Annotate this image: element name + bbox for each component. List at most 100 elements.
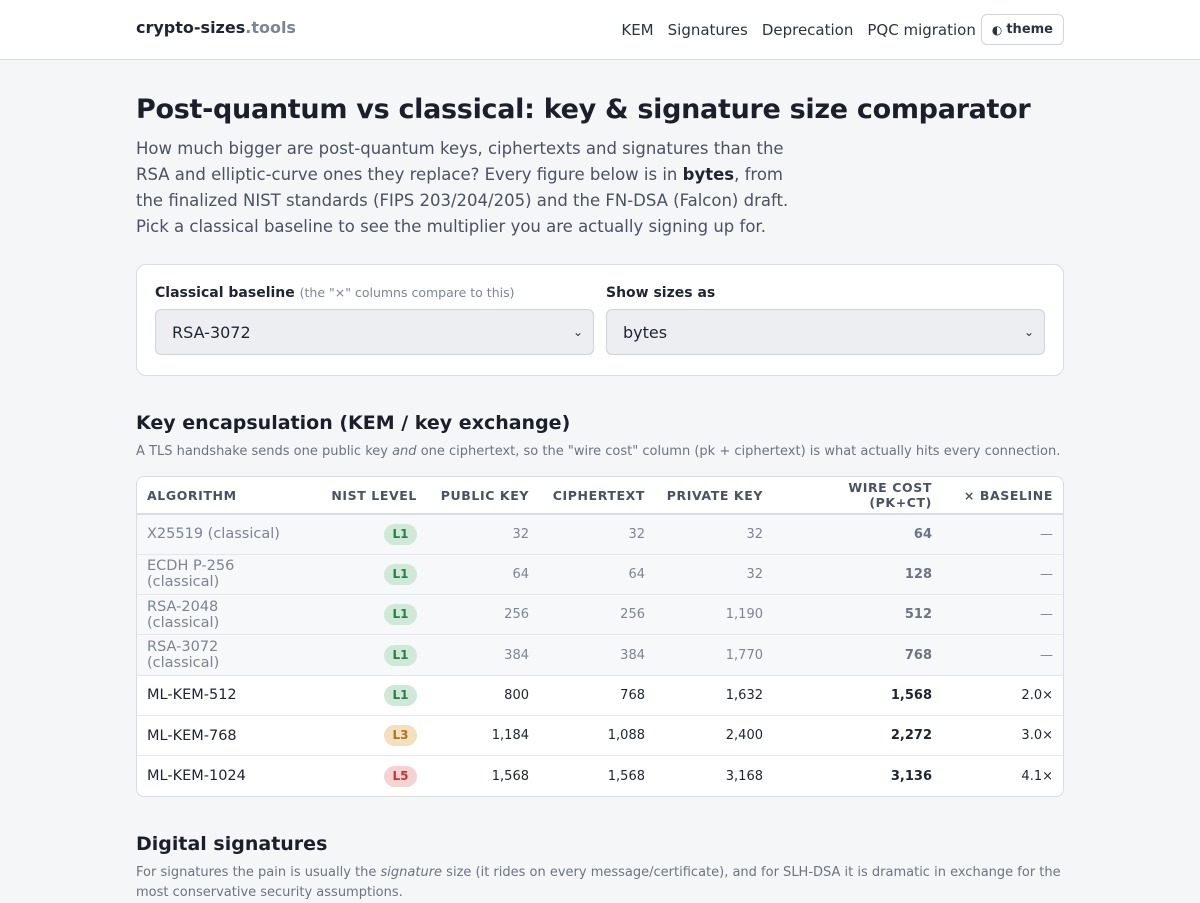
cell-wire-cost: 64	[773, 514, 942, 555]
kem-table-body: X25519 (classical) L1 32 32 32 64— ECDH P-256 …	[137, 514, 1063, 796]
cell-nist-level: L5	[297, 756, 427, 796]
cell-ciphertext: 1,568	[607, 768, 645, 784]
cell-nist-level: L1	[297, 514, 427, 555]
cell-public-key: 256	[427, 594, 539, 636]
theme-toggle-button[interactable]: ◐ theme	[980, 14, 1064, 45]
nav-link-signatures[interactable]: Signatures	[668, 21, 748, 39]
brand-tld: .tools	[245, 18, 296, 37]
cell-algorithm: ECDH P-256 (classical)	[137, 554, 297, 596]
cell-baseline-multiplier: —	[942, 514, 1063, 555]
kem-table: ALGORITHM NIST LEVEL PUBLIC KEY CIPHERTE…	[137, 477, 1063, 796]
table-row: ML-KEM-1024 L5 1,568 1,568 3,168 3,136 4.1×	[137, 756, 1063, 796]
units-select-value: bytes	[623, 322, 668, 342]
cell-ciphertext: 64	[539, 554, 655, 596]
cell-public-key: 384	[427, 634, 539, 676]
cell-nist-level: L1	[297, 675, 427, 716]
cell-private-key: 1,770	[655, 634, 773, 676]
cell-public-key: 800	[427, 675, 539, 716]
controls-panel: Classical baseline (the "×" columns comp…	[136, 264, 1064, 376]
baseline-select[interactable]: RSA-3072 ⌄	[155, 309, 594, 355]
nist-level-badge: L1	[384, 523, 417, 545]
main-content: Post-quantum vs classical: key & signatu…	[136, 94, 1064, 903]
cell-private-key: 32	[655, 514, 773, 555]
nist-level-badge: L1	[384, 684, 417, 706]
cell-wire-cost: 768	[773, 634, 942, 676]
nav-link-deprecation[interactable]: Deprecation	[762, 21, 854, 39]
intro-paragraph: How much bigger are post-quantum keys, c…	[136, 136, 796, 240]
cell-baseline-multiplier: 3.0×	[942, 715, 1063, 757]
baseline-control: Classical baseline (the "×" columns comp…	[155, 285, 594, 355]
units-control: Show sizes as bytes ⌄	[606, 285, 1045, 355]
nav-link-pqc-migration[interactable]: PQC migration	[867, 21, 976, 39]
brand-logo[interactable]: crypto-sizes.tools	[136, 18, 296, 37]
kem-desc-2: one ciphertext, so the "wire cost" colum…	[416, 444, 1061, 459]
cell-private-key: 1,632	[655, 675, 773, 716]
cell-wire-cost: 2,272	[773, 715, 942, 757]
cell-private-key: 3,168	[725, 768, 763, 784]
table-row: X25519 (classical) L1 32 32 32 64—	[137, 514, 1063, 555]
signatures-section-title: Digital signatures	[136, 833, 328, 856]
cell-algorithm: ML-KEM-1024	[147, 768, 246, 785]
cell-ciphertext: 384	[539, 634, 655, 676]
table-row: ECDH P-256 (classical) L1 64 64 32 128—	[137, 554, 1063, 596]
table-row: ML-KEM-768 L3 1,184 1,088 2,400 2,272 3.0×	[137, 715, 1063, 757]
intro-bold: bytes	[682, 165, 735, 184]
col-header-ciphertext[interactable]: CIPHERTEXT	[539, 477, 655, 515]
cell-ciphertext: 32	[539, 514, 655, 555]
main-nav: KEM Signatures Deprecation PQC migration…	[607, 14, 1064, 45]
cell-wire-cost: 1,568	[773, 675, 942, 716]
cell-private-key: 32	[655, 554, 773, 596]
kem-table-container: ALGORITHM NIST LEVEL PUBLIC KEY CIPHERTE…	[136, 476, 1064, 798]
col-header-baseline-multiplier[interactable]: × BASELINE	[942, 477, 1063, 515]
chevron-down-icon: ⌄	[572, 325, 583, 339]
units-select[interactable]: bytes ⌄	[606, 309, 1045, 355]
col-header-algorithm[interactable]: ALGORITHM	[137, 477, 297, 515]
cell-baseline-multiplier: 4.1×	[1021, 768, 1053, 784]
cell-algorithm: RSA-3072 (classical)	[137, 634, 297, 676]
cell-baseline-multiplier: —	[942, 634, 1063, 676]
kem-table-header-row: ALGORITHM NIST LEVEL PUBLIC KEY CIPHERTE…	[137, 477, 1063, 515]
cell-ciphertext: 256	[539, 594, 655, 636]
cell-private-key: 1,190	[655, 594, 773, 636]
table-row: RSA-3072 (classical) L1 384 384 1,770 768—	[137, 634, 1063, 676]
col-header-private-key[interactable]: PRIVATE KEY	[655, 477, 773, 515]
cell-baseline-multiplier: —	[942, 594, 1063, 636]
cell-nist-level: L3	[297, 715, 427, 757]
nist-level-badge: L1	[384, 604, 417, 626]
table-row: ML-KEM-512 L1 800 768 1,632 1,568 2.0×	[137, 675, 1063, 716]
brand-name: crypto-sizes	[136, 18, 246, 37]
cell-nist-level: L1	[297, 594, 427, 636]
top-navbar: crypto-sizes.tools KEM Signatures Deprec…	[0, 0, 1200, 60]
cell-private-key: 2,400	[655, 715, 773, 757]
signatures-description: For signatures the pain is usually the s…	[136, 863, 1064, 903]
nist-level-badge: L1	[384, 644, 417, 666]
cell-algorithm: RSA-2048 (classical)	[137, 594, 297, 636]
baseline-select-value: RSA-3072	[172, 322, 251, 342]
kem-desc-em: and	[392, 444, 417, 459]
kem-desc-1: A TLS handshake sends one public key	[136, 444, 393, 459]
cell-baseline-multiplier: —	[942, 554, 1063, 596]
cell-public-key: 64	[427, 554, 539, 596]
table-row: RSA-2048 (classical) L1 256 256 1,190 512—	[137, 594, 1063, 636]
col-header-wire-cost[interactable]: WIRE COST (PK+CT)	[773, 477, 942, 515]
baseline-label: Classical baseline (the "×" columns comp…	[155, 285, 594, 301]
col-header-nist-level[interactable]: NIST LEVEL	[297, 477, 427, 515]
page-title: Post-quantum vs classical: key & signatu…	[136, 94, 1031, 125]
nav-link-kem[interactable]: KEM	[621, 21, 653, 39]
cell-public-key: 1,184	[427, 715, 539, 757]
nist-level-badge: L5	[384, 765, 417, 787]
cell-public-key: 1,568	[491, 768, 529, 784]
col-header-public-key[interactable]: PUBLIC KEY	[427, 477, 539, 515]
chevron-down-icon: ⌄	[1023, 325, 1034, 339]
cell-algorithm: ML-KEM-768	[137, 715, 297, 757]
half-circle-icon: ◐	[991, 22, 1003, 37]
sig-desc-1: For signatures the pain is usually the	[136, 865, 381, 881]
baseline-label-text: Classical baseline	[155, 285, 295, 301]
kem-description: A TLS handshake sends one public key and…	[136, 442, 1064, 462]
cell-wire-cost: 3,136	[890, 768, 932, 784]
cell-baseline-multiplier: 2.0×	[942, 675, 1063, 716]
cell-ciphertext: 1,088	[539, 715, 655, 757]
cell-algorithm: ML-KEM-512	[137, 675, 297, 716]
cell-algorithm: X25519 (classical)	[137, 514, 297, 555]
units-label: Show sizes as	[606, 285, 716, 301]
